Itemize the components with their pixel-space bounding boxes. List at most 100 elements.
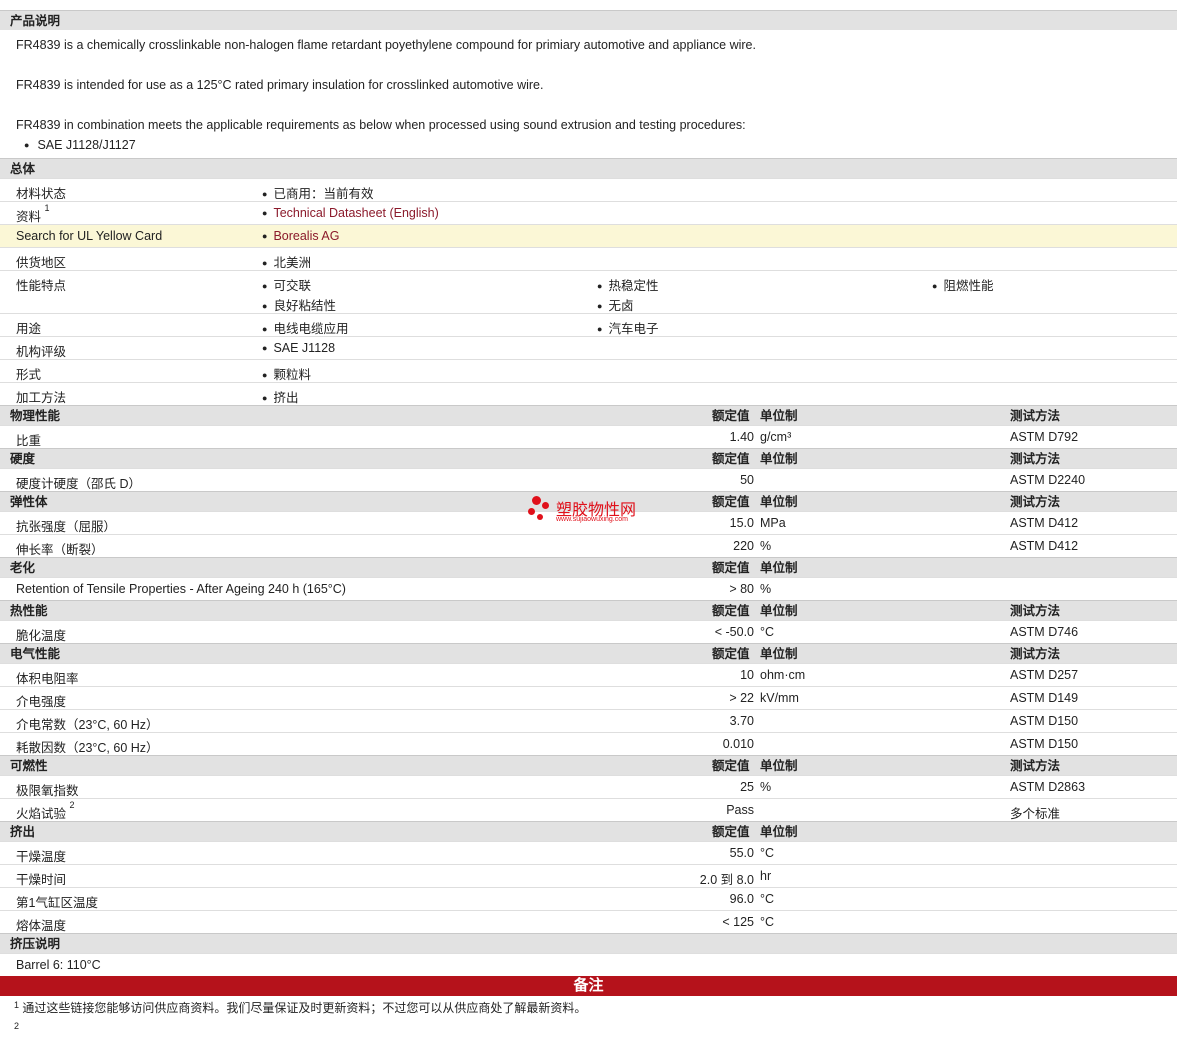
row-value: 50 xyxy=(740,473,754,487)
description-body: FR4839 is a chemically crosslinkable non… xyxy=(0,30,1177,158)
col-value-header: 额定值 xyxy=(712,604,750,618)
row-unit: MPa xyxy=(760,516,786,530)
row-label: 耗散因数（23°C, 60 Hz） xyxy=(16,741,159,755)
row-label: 干燥温度 xyxy=(16,850,67,864)
row-unit: °C xyxy=(760,846,775,860)
section-extrusion-header: 挤出 额定值 单位制 xyxy=(0,821,1177,841)
row-unit: ohm·cm xyxy=(760,668,806,682)
row-label: 介电常数（23°C, 60 Hz） xyxy=(16,718,159,732)
col-method-header: 测试方法 xyxy=(1010,759,1061,773)
row-method: 多个标准 xyxy=(1010,807,1061,821)
row-extrusion-notes: Barrel 6: 110°C xyxy=(0,953,1177,976)
row-material-status: 材料状态 已商用：当前有效 xyxy=(0,178,1177,201)
row-unit: % xyxy=(760,539,772,553)
table-row: 极限氧指数 25% ASTM D2863 xyxy=(0,775,1177,798)
note-2: 2 xyxy=(14,1021,20,1031)
technical-datasheet-link[interactable]: Technical Datasheet (English) xyxy=(273,206,438,220)
table-row: 伸长率（断裂） 220% ASTM D412 xyxy=(0,534,1177,557)
col-value-header: 额定值 xyxy=(712,825,750,839)
row-label: 第1气缸区温度 xyxy=(16,896,98,910)
row-method: ASTM D149 xyxy=(1010,691,1079,705)
table-row: 干燥温度 55.0 °C xyxy=(0,841,1177,864)
description-p2: FR4839 is intended for use as a 125°C ra… xyxy=(16,78,544,92)
row-value: Pass xyxy=(726,803,754,817)
row-unit: °C xyxy=(760,892,775,906)
row-region: 供货地区 北美洲 xyxy=(0,247,1177,270)
borealis-link[interactable]: Borealis AG xyxy=(273,229,339,243)
row-uses: 用途 电线电缆应用 汽车电子 xyxy=(0,313,1177,336)
col-value-header: 额定值 xyxy=(712,409,750,423)
col-unit-header: 单位制 xyxy=(760,647,798,661)
row-value: < 125 xyxy=(722,915,754,929)
row-value: 10 xyxy=(740,668,754,682)
row-method: ASTM D150 xyxy=(1010,737,1079,751)
row-label: 极限氧指数 xyxy=(16,784,79,798)
row-processing: 加工方法 挤出 xyxy=(0,382,1177,405)
row-method: ASTM D412 xyxy=(1010,539,1079,553)
property-sections: 物理性能 额定值 单位制 测试方法 比重 1.40 g/cm³ ASTM D792 硬度 额定值单… xyxy=(0,405,1177,933)
row-label: 介电强度 xyxy=(16,695,67,709)
row-value: 3.70 xyxy=(729,714,754,728)
row-label: 硬度计硬度（邵氏 D） xyxy=(16,477,142,491)
table-row: 熔体温度 < 125 °C xyxy=(0,910,1177,933)
row-label: 干燥时间 xyxy=(16,873,67,887)
row-label: 比重 xyxy=(16,434,42,448)
row-method: ASTM D792 xyxy=(1010,430,1079,444)
col-unit-header: 单位制 xyxy=(760,759,798,773)
row-label: 火焰试验 2 xyxy=(16,800,75,821)
section-aging-header: 老化 额定值 单位制 xyxy=(0,557,1177,577)
row-unit: °C xyxy=(760,625,775,639)
description-bullet: SAE J1128/J1127 xyxy=(37,135,1161,156)
row-features: 性能特点 可交联 热稳定性 阻燃性能 良好粘结性 无卤 xyxy=(0,270,1177,313)
table-row: 比重 1.40 g/cm³ ASTM D792 xyxy=(0,425,1177,448)
table-row: 硬度计硬度（邵氏 D） 50 ASTM D2240 xyxy=(0,468,1177,491)
section-flammability-header: 可燃性 额定值 单位制 测试方法 xyxy=(0,755,1177,775)
row-value: 96.0 xyxy=(729,892,754,906)
col-value-header: 额定值 xyxy=(712,759,750,773)
row-unit: % xyxy=(760,780,772,794)
table-row: 耗散因数（23°C, 60 Hz） 0.010 ASTM D150 xyxy=(0,732,1177,755)
row-unit: hr xyxy=(760,869,772,883)
row-value: > 80 xyxy=(729,582,754,596)
table-row: 干燥时间 2.0 到 8.0 hr xyxy=(0,864,1177,887)
col-value-header: 额定值 xyxy=(712,647,750,661)
row-method: ASTM D746 xyxy=(1010,625,1079,639)
col-method-header: 测试方法 xyxy=(1010,495,1061,509)
col-method-header: 测试方法 xyxy=(1010,409,1061,423)
section-description-header: 产品说明 xyxy=(0,10,1177,30)
section-hardness-header: 硬度 额定值 单位制 测试方法 xyxy=(0,448,1177,468)
row-value: < -50.0 xyxy=(714,625,754,639)
row-method: ASTM D150 xyxy=(1010,714,1079,728)
row-unit: °C xyxy=(760,915,775,929)
col-unit-header: 单位制 xyxy=(760,452,798,466)
row-value: 0.010 xyxy=(722,737,754,751)
col-unit-header: 单位制 xyxy=(760,825,798,839)
row-label: 抗张强度（屈服） xyxy=(16,520,117,534)
col-unit-header: 单位制 xyxy=(760,561,798,575)
col-method-header: 测试方法 xyxy=(1010,452,1061,466)
table-row: 火焰试验 2 Pass 多个标准 xyxy=(0,798,1177,821)
col-unit-header: 单位制 xyxy=(760,604,798,618)
row-method: ASTM D257 xyxy=(1010,668,1079,682)
row-method: ASTM D2863 xyxy=(1010,780,1086,794)
row-label: 体积电阻率 xyxy=(16,672,79,686)
row-ul-yellow-card: Search for UL Yellow Card Borealis AG xyxy=(0,224,1177,247)
row-label: 伸长率（断裂） xyxy=(16,543,104,557)
row-method: ASTM D2240 xyxy=(1010,473,1086,487)
table-row: 体积电阻率 10 ohm·cm ASTM D257 xyxy=(0,663,1177,686)
row-method: ASTM D412 xyxy=(1010,516,1079,530)
row-label: Retention of Tensile Properties - After … xyxy=(16,582,346,596)
row-label: 熔体温度 xyxy=(16,919,67,933)
watermark-logo: 塑胶物性网 www.sujiaowuxing.com xyxy=(528,494,658,528)
col-unit-header: 单位制 xyxy=(760,495,798,509)
col-value-header: 额定值 xyxy=(712,452,750,466)
col-method-header: 测试方法 xyxy=(1010,604,1061,618)
row-value: 55.0 xyxy=(729,846,754,860)
section-extrusion-notes-header: 挤压说明 xyxy=(0,933,1177,953)
section-general-header: 总体 xyxy=(0,158,1177,178)
row-value: 2.0 到 8.0 xyxy=(699,873,754,887)
row-unit: kV/mm xyxy=(760,691,799,705)
row-value: > 22 xyxy=(729,691,754,705)
table-row: 介电常数（23°C, 60 Hz） 3.70 ASTM D150 xyxy=(0,709,1177,732)
description-p1: FR4839 is a chemically crosslinkable non… xyxy=(16,38,756,52)
